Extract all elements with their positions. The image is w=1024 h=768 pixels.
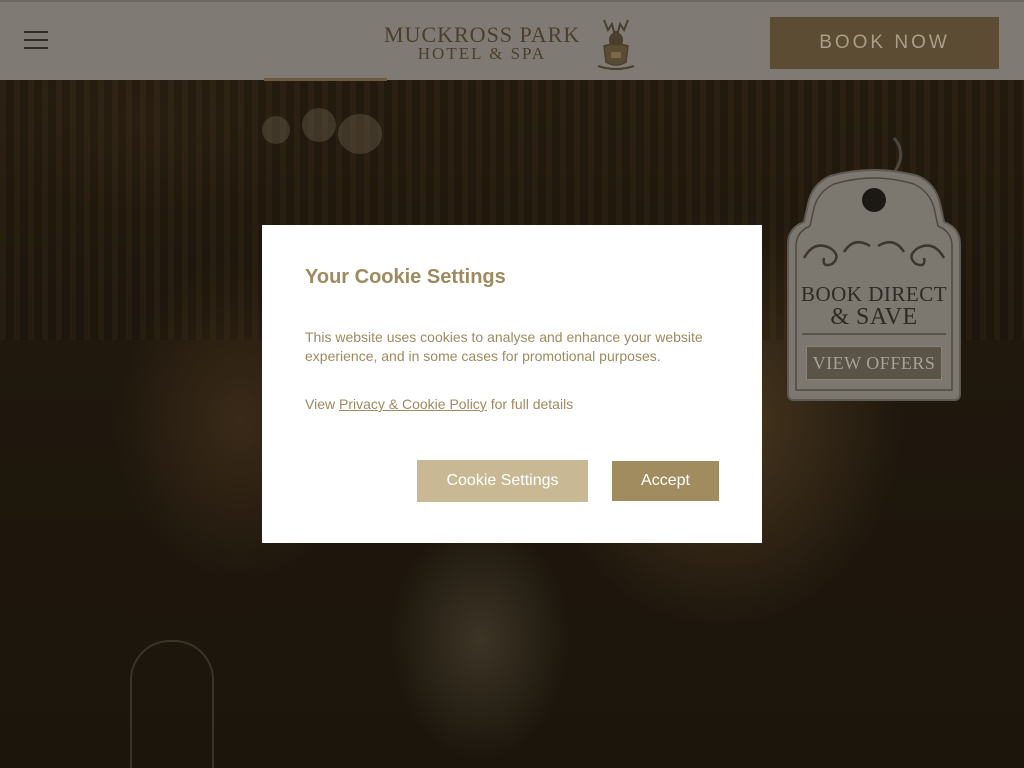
accept-cookies-button[interactable]: Accept <box>612 461 719 501</box>
hamburger-line <box>24 47 48 49</box>
site-logo[interactable]: MUCKROSS PARK HOTEL & SPA <box>384 16 644 72</box>
wine-glass-image <box>130 640 214 768</box>
site-header: MUCKROSS PARK HOTEL & SPA BOOK NOW <box>0 0 1024 80</box>
hamburger-line <box>24 31 48 33</box>
bokeh-light <box>338 114 382 154</box>
book-now-button[interactable]: BOOK NOW <box>770 17 999 69</box>
promo-tag-line2: & SAVE <box>830 304 918 330</box>
policy-prefix: View <box>305 396 339 412</box>
bokeh-light <box>302 108 336 142</box>
cookie-settings-button[interactable]: Cookie Settings <box>417 460 588 502</box>
nav-underline <box>264 78 387 81</box>
modal-title: Your Cookie Settings <box>305 266 506 288</box>
logo-text-subtitle: HOTEL & SPA <box>417 44 547 63</box>
policy-line: View Privacy & Cookie Policy for full de… <box>305 396 725 412</box>
page: MUCKROSS PARK HOTEL & SPA BOOK NOW BOOK … <box>0 0 1024 768</box>
view-offers-button[interactable]: VIEW OFFERS <box>806 346 942 380</box>
privacy-cookie-policy-link[interactable]: Privacy & Cookie Policy <box>339 396 487 412</box>
hamburger-menu-icon[interactable] <box>24 31 48 49</box>
modal-description: This website uses cookies to analyse and… <box>305 329 703 364</box>
bokeh-light <box>262 116 290 144</box>
cookie-settings-modal: Your Cookie Settings This website uses c… <box>262 225 762 543</box>
book-direct-promo-tag[interactable]: BOOK DIRECT & SAVE VIEW OFFERS <box>784 136 964 404</box>
stag-crest-icon <box>597 19 635 70</box>
hamburger-line <box>24 39 48 41</box>
policy-suffix: for full details <box>486 396 574 412</box>
